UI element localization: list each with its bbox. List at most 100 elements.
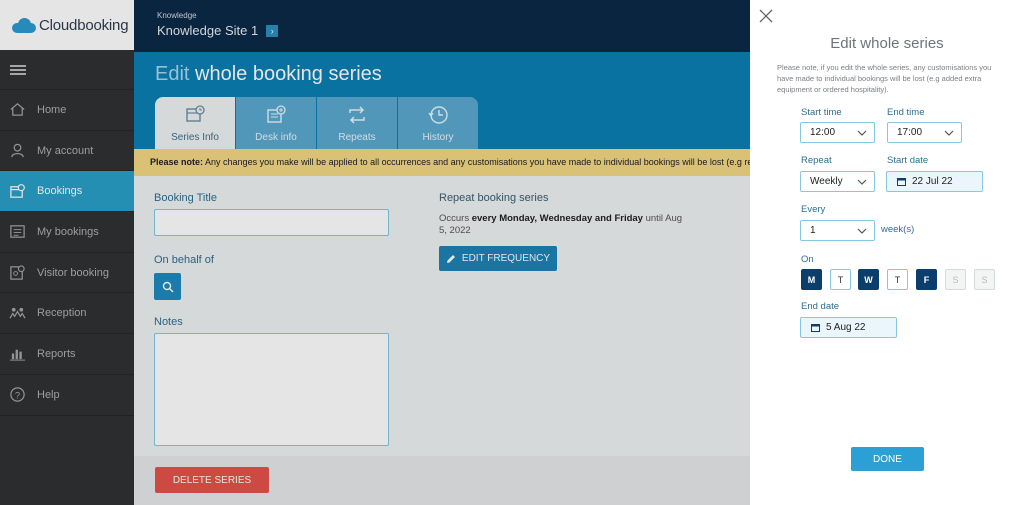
sidebar-item-label: Reception <box>37 307 87 320</box>
note-bold: Please note: <box>150 157 204 167</box>
start-date-picker[interactable]: 22 Jul 22 <box>886 171 983 192</box>
sidebar-item-label: Home <box>37 103 67 116</box>
calendar-icon <box>897 178 906 186</box>
sidebar-item-help[interactable]: ? Help <box>0 375 134 416</box>
end-time-label: End time <box>887 107 925 118</box>
end-time-select[interactable]: 17:00 <box>887 122 962 143</box>
repeat-series-label: Repeat booking series <box>439 192 549 204</box>
sidebar-item-visitor-booking[interactable]: Visitor booking <box>0 253 134 294</box>
logo-text: Cloudbooking <box>39 16 129 34</box>
bookings-icon <box>8 183 26 199</box>
booking-title-label: Booking Title <box>154 192 217 204</box>
done-button[interactable]: DONE <box>851 447 924 471</box>
every-select[interactable]: 1 <box>800 220 875 241</box>
history-icon <box>428 106 448 124</box>
help-icon: ? <box>8 387 26 403</box>
repeat-select[interactable]: Weekly <box>800 171 875 192</box>
sidebar-item-label: Bookings <box>37 185 83 198</box>
site-name: Knowledge Site 1 <box>157 23 259 38</box>
tab-label: Desk info <box>255 132 297 143</box>
page-title-main: whole booking series <box>195 63 382 85</box>
calendar-icon <box>811 324 820 332</box>
notes-label: Notes <box>154 316 183 328</box>
day-toggle-wednesday[interactable]: W <box>858 269 879 290</box>
desk-info-icon <box>267 105 286 123</box>
end-date-label: End date <box>801 301 840 312</box>
day-toggle-friday[interactable]: F <box>916 269 937 290</box>
repeat-days: every Monday, Wednesday and Friday <box>471 213 643 224</box>
sidebar-item-label: My bookings <box>37 225 99 238</box>
booking-title-input[interactable] <box>154 209 389 236</box>
calendar-list-icon <box>8 224 26 240</box>
repeat-prefix: Occurs <box>439 213 472 224</box>
panel-title: Edit whole series <box>830 35 944 52</box>
home-icon <box>8 102 26 118</box>
tab-history[interactable]: History <box>398 97 478 149</box>
tab-label: Repeats <box>338 132 376 143</box>
edit-frequency-label: EDIT FREQUENCY <box>461 253 551 264</box>
every-value: 1 <box>810 225 816 236</box>
day-toggle-monday[interactable]: M <box>801 269 822 290</box>
close-icon[interactable] <box>759 9 773 23</box>
chevron-down-icon <box>857 130 867 136</box>
pencil-icon <box>446 254 455 263</box>
day-toggle-saturday[interactable]: S <box>945 269 966 290</box>
sidebar-item-home[interactable]: Home <box>0 90 134 131</box>
sidebar-item-my-account[interactable]: My account <box>0 131 134 172</box>
sidebar-item-label: Help <box>37 388 60 401</box>
notes-textarea[interactable] <box>154 333 389 446</box>
repeat-icon <box>349 106 365 124</box>
user-icon <box>8 143 26 159</box>
every-unit: week(s) <box>881 224 915 235</box>
visitor-icon <box>8 265 26 281</box>
edit-frequency-button[interactable]: EDIT FREQUENCY <box>439 246 557 271</box>
sidebar-item-label: My account <box>37 144 94 157</box>
tab-series-info[interactable]: Series Info <box>155 97 235 149</box>
page-title-prefix: Edit <box>155 63 196 85</box>
delete-series-button[interactable]: DELETE SERIES <box>155 467 269 493</box>
tab-repeats[interactable]: Repeats <box>317 97 397 149</box>
chevron-right-icon[interactable]: › <box>266 24 279 37</box>
on-behalf-label: On behalf of <box>154 254 214 266</box>
svg-text:?: ? <box>14 390 19 401</box>
series-info-form: Booking Title On behalf of Notes Repeat … <box>134 176 750 456</box>
every-label: Every <box>801 204 826 215</box>
note-text: Any changes you make will be applied to … <box>203 157 750 167</box>
cloud-logo-icon <box>10 17 38 33</box>
sidebar-item-reception[interactable]: Reception <box>0 293 134 335</box>
start-time-select[interactable]: 12:00 <box>800 122 875 143</box>
sidebar-item-my-bookings[interactable]: My bookings <box>0 212 134 253</box>
tab-bar: Series Info Desk info Repeats History <box>155 97 479 149</box>
day-toggle-thursday[interactable]: T <box>887 269 908 290</box>
sidebar-item-reports[interactable]: Reports <box>0 334 134 375</box>
end-date-picker[interactable]: 5 Aug 22 <box>800 317 897 338</box>
menu-toggle[interactable] <box>0 50 134 90</box>
day-toggle-tuesday[interactable]: T <box>830 269 851 290</box>
repeat-value: Weekly <box>810 176 843 187</box>
page-title: Edit whole booking series <box>155 63 382 86</box>
end-date-value: 5 Aug 22 <box>826 322 866 333</box>
site-selector[interactable]: Knowledge Site 1 › <box>157 23 750 38</box>
hamburger-icon <box>10 64 26 75</box>
chevron-down-icon <box>857 228 867 234</box>
edit-series-panel: Edit whole series Please note, if you ed… <box>750 0 1024 505</box>
repeat-summary: Occurs every Monday, Wednesday and Frida… <box>439 213 684 237</box>
page-header-band: Edit whole booking series Series Info De… <box>134 52 750 149</box>
breadcrumb[interactable]: Knowledge <box>157 11 750 20</box>
day-toggle-sunday[interactable]: S <box>974 269 995 290</box>
chart-icon <box>8 346 26 362</box>
tab-label: Series Info <box>171 132 219 143</box>
series-info-icon <box>186 105 205 122</box>
start-date-value: 22 Jul 22 <box>912 176 953 187</box>
panel-note: Please note, if you edit the whole serie… <box>777 63 992 94</box>
tab-desk-info[interactable]: Desk info <box>236 97 316 149</box>
form-footer: DELETE SERIES <box>134 456 750 505</box>
sidebar-item-bookings[interactable]: Bookings <box>0 171 134 213</box>
warning-note-bar: Please note: Any changes you make will b… <box>134 149 750 176</box>
on-behalf-search-button[interactable] <box>154 273 181 300</box>
chevron-down-icon <box>857 179 867 185</box>
logo[interactable]: Cloudbooking <box>0 0 134 50</box>
chevron-down-icon <box>944 130 954 136</box>
search-icon <box>162 281 174 293</box>
on-label: On <box>801 254 814 265</box>
